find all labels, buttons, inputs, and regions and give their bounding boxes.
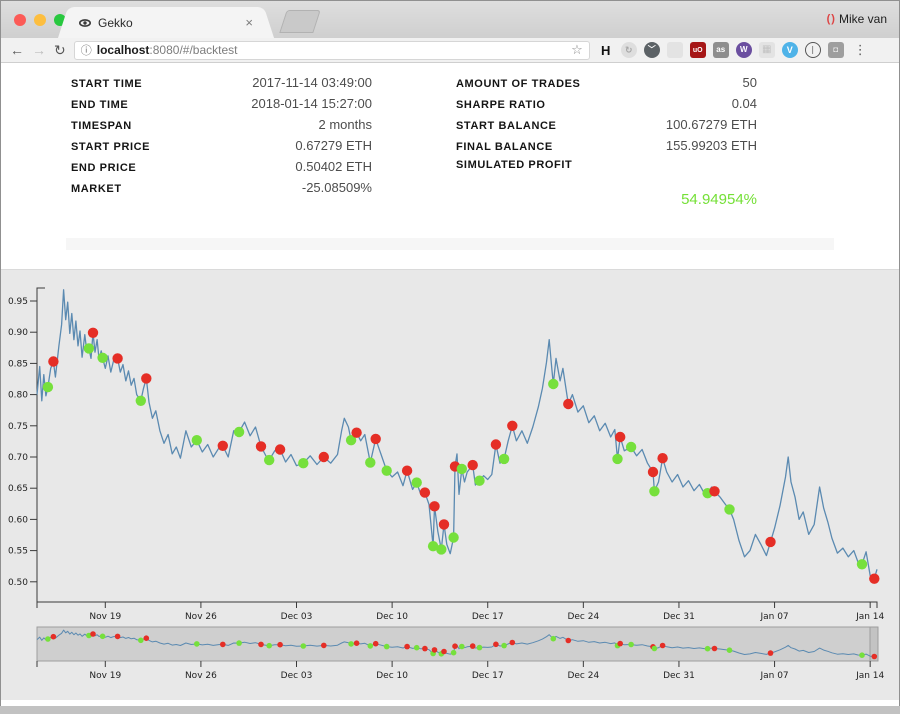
page-bottom-strip (0, 702, 900, 706)
svg-text:0.70: 0.70 (8, 453, 28, 463)
stat-end-price: END PRICE 0.50402 ETH (71, 159, 372, 180)
svg-text:Dec 03: Dec 03 (281, 612, 313, 622)
tab-close-icon[interactable]: × (245, 15, 253, 30)
stat-end-time: END TIME 2018-01-14 15:27:00 (71, 96, 372, 117)
sync-error-icon: ( ) (827, 13, 834, 25)
stat-amount-of-trades: AMOUNT OF TRADES 50 (456, 75, 757, 96)
svg-text:Jan 14: Jan 14 (855, 671, 884, 681)
stat-start-balance: START BALANCE 100.67279 ETH (456, 117, 757, 138)
svg-text:0.75: 0.75 (8, 422, 28, 432)
svg-text:0.80: 0.80 (8, 391, 28, 401)
window-controls (14, 14, 66, 26)
svg-text:Nov 19: Nov 19 (89, 612, 121, 622)
stat-timespan: TIMESPAN 2 months (71, 117, 372, 138)
svg-text:0.50: 0.50 (8, 578, 28, 588)
stat-start-time: START TIME 2017-11-14 03:49:00 (71, 75, 372, 96)
browser-toolbar: ← → ↻ ⓘ localhost:8080/#/backtest ☆ H ↻ ﹀ u… (1, 38, 899, 63)
browser-menu-icon[interactable]: ⋮ (854, 42, 867, 58)
chart-section: 0.95 0.90 0.85 0.80 0.75 0.70 0.65 0.60 0.55 0.50… (1, 269, 899, 700)
tab-title: Gekko (98, 16, 245, 30)
stat-final-balance: FINAL BALANCE 155.99203 ETH (456, 138, 757, 159)
svg-text:Dec 24: Dec 24 (567, 612, 599, 622)
price-chart[interactable]: 0.95 0.90 0.85 0.80 0.75 0.70 0.65 0.60 0.55 0.50… (1, 270, 900, 622)
stat-market: MARKET -25.08509% (71, 180, 372, 201)
minimize-window-button[interactable] (34, 14, 46, 26)
svg-text:Dec 24: Dec 24 (567, 671, 599, 681)
stat-start-price: START PRICE 0.67279 ETH (71, 138, 372, 159)
forward-button: → (32, 43, 46, 57)
wappalyzer-extension-icon[interactable]: W (736, 42, 752, 58)
stats-left-column: START TIME 2017-11-14 03:49:00 END TIME … (71, 75, 372, 208)
bookmark-star-icon[interactable]: ☆ (571, 42, 583, 58)
svg-text:Dec 10: Dec 10 (376, 612, 408, 622)
chart-brush-overview[interactable]: Nov 19 Nov 26 Dec 03 Dec 10 Dec 17 Dec 24 Dec … (1, 622, 900, 688)
shade-extension-icon[interactable]: ◘ (828, 42, 844, 58)
address-bar[interactable]: ⓘ localhost:8080/#/backtest ☆ (74, 41, 590, 60)
backtest-result-panel: START TIME 2017-11-14 03:49:00 END TIME … (1, 63, 899, 269)
svg-text:Jan 07: Jan 07 (759, 671, 788, 681)
url-path: :8080/#/backtest (149, 43, 237, 57)
extensions-row: H ↻ ﹀ uO as W ▦ V ❘ ◘ (598, 42, 844, 58)
page-info-icon[interactable]: ⓘ (81, 42, 92, 58)
stat-sharpe-ratio: SHARPE RATIO 0.04 (456, 96, 757, 117)
svg-text:0.95: 0.95 (8, 297, 28, 307)
account-indicator[interactable]: ( ) Mike van (827, 12, 887, 26)
svg-text:Nov 26: Nov 26 (185, 612, 217, 622)
info-extension-icon[interactable]: ❘ (805, 42, 821, 58)
svg-text:0.55: 0.55 (8, 547, 28, 557)
tab-gekko[interactable]: Gekko × (71, 7, 261, 38)
svg-text:0.65: 0.65 (8, 484, 28, 494)
svg-text:Dec 31: Dec 31 (663, 671, 695, 681)
svg-text:Jan 14: Jan 14 (855, 612, 884, 622)
account-name: Mike van (839, 12, 887, 26)
stats-right-column: AMOUNT OF TRADES 50 SHARPE RATIO 0.04 ST… (456, 75, 757, 208)
tab-bar: Gekko × ( ) Mike van (1, 1, 899, 38)
browser-window: Gekko × ( ) Mike van ← → ↻ ⓘ localhost:8… (0, 0, 900, 702)
progress-divider-bar (66, 238, 834, 250)
ublock-extension-icon[interactable]: uO (690, 42, 706, 58)
ghost-extension-icon[interactable] (667, 42, 683, 58)
new-tab-button[interactable] (279, 10, 320, 33)
back-button[interactable]: ← (10, 43, 24, 57)
svg-text:0.90: 0.90 (8, 328, 28, 338)
svg-text:Nov 26: Nov 26 (185, 671, 217, 681)
vue-extension-icon[interactable]: V (782, 42, 798, 58)
svg-text:0.85: 0.85 (8, 359, 28, 369)
pocket-extension-icon[interactable]: ﹀ (644, 42, 660, 58)
svg-text:0.60: 0.60 (8, 515, 28, 525)
lastfm-extension-icon[interactable]: as (713, 42, 729, 58)
close-window-button[interactable] (14, 14, 26, 26)
svg-text:Nov 19: Nov 19 (89, 671, 121, 681)
reload-button[interactable]: ↻ (54, 43, 66, 57)
svg-text:Dec 17: Dec 17 (472, 671, 504, 681)
svg-text:Dec 31: Dec 31 (663, 612, 695, 622)
svg-text:Dec 10: Dec 10 (376, 671, 408, 681)
url-host: localhost (97, 43, 150, 57)
gekko-favicon-icon (79, 17, 91, 29)
svg-text:Dec 17: Dec 17 (472, 612, 504, 622)
grid-extension-icon[interactable]: ▦ (759, 42, 775, 58)
simulated-profit-value: 54.94954% (456, 191, 757, 208)
sync-extension-icon[interactable]: ↻ (621, 42, 637, 58)
svg-text:Dec 03: Dec 03 (281, 671, 313, 681)
svg-text:Jan 07: Jan 07 (759, 612, 788, 622)
h-extension-icon[interactable]: H (598, 42, 614, 58)
stat-simulated-profit: SIMULATED PROFIT (456, 159, 757, 180)
